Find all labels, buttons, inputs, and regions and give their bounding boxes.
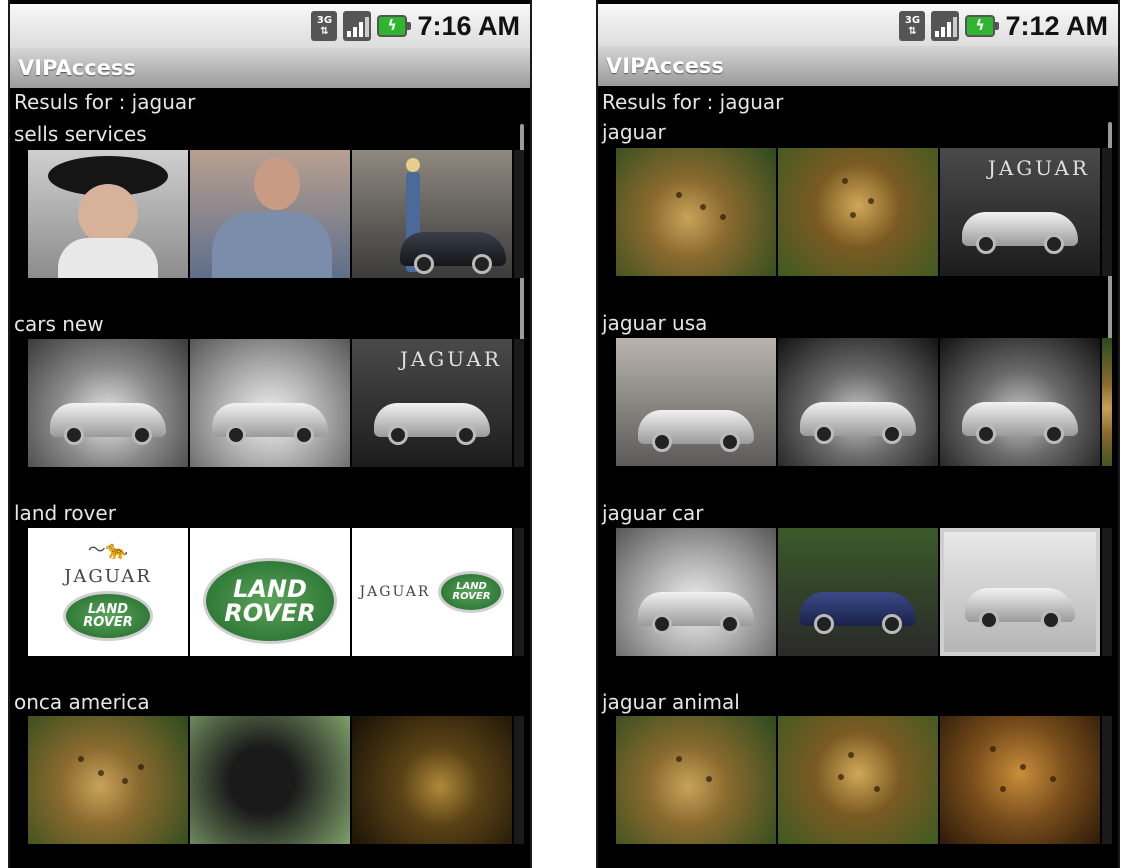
section-label[interactable]: jaguar usa: [602, 311, 707, 335]
thumbnail-partial: [1102, 148, 1112, 276]
results-label: Resuls for : jaguar: [602, 90, 784, 114]
signal-strength-icon: [343, 11, 372, 41]
thumbnail-silver-jaguar-sedan[interactable]: [28, 339, 188, 467]
thumbnail-leopard-resting[interactable]: [28, 716, 188, 844]
thumbnail-jaguar-roaring[interactable]: [778, 716, 938, 844]
thumbnail-jaguar-city[interactable]: [616, 338, 776, 466]
image-row-cars-new: JAGUAR: [28, 339, 524, 467]
image-row-jaguar-car: [616, 528, 1112, 656]
thumbnail-jaguar-showroom[interactable]: JAGUAR: [940, 148, 1100, 276]
section-label[interactable]: sells services: [14, 122, 147, 146]
app-title-bar: VIPAccess: [10, 48, 530, 88]
image-row-land-rover: 〜🐆 JAGUAR LAND ROVER LAND ROVER JAGUAR LAN…: [28, 528, 524, 656]
thumbnail-jaguar-showroom[interactable]: JAGUAR: [352, 339, 512, 467]
thumbnail-partial: [1102, 338, 1112, 466]
thumbnail-jaguar-spotted[interactable]: [940, 716, 1100, 844]
3g-data-icon: 3G ⇅: [899, 11, 926, 41]
thumbnail-blue-jaguar-convertible[interactable]: [778, 528, 938, 656]
thumbnail-jaguar-coupe-framed[interactable]: [940, 528, 1100, 656]
jaguar-logo-text: JAGUAR: [64, 565, 152, 587]
thumbnail-jaguar-xj-angle[interactable]: [940, 338, 1100, 466]
section-label[interactable]: onca america: [14, 690, 150, 714]
thumbnail-partial: [514, 150, 524, 278]
thumbnail-partial: [514, 339, 524, 467]
phone-screen-left: 3G ⇅ ϟ 7:16 AM VIPAccess Resuls for : jag…: [8, 0, 532, 868]
thumbnail-land-rover-logo-large[interactable]: LAND ROVER: [190, 528, 350, 656]
jaguar-brand-text: JAGUAR: [399, 347, 502, 371]
status-bar: 3G ⇅ ϟ 7:16 AM: [10, 4, 530, 48]
thumbnail-jaguar-lying[interactable]: [616, 148, 776, 276]
section-label[interactable]: jaguar: [602, 120, 666, 144]
land-rover-logo-icon: LAND ROVER: [438, 571, 505, 613]
thumbnail-woman-with-car[interactable]: [352, 150, 512, 278]
app-title-bar: VIPAccess: [598, 46, 1118, 86]
thumbnail-black-panther[interactable]: [190, 716, 350, 844]
section-label[interactable]: jaguar car: [602, 501, 704, 525]
thumbnail-jaguar-concept[interactable]: [616, 528, 776, 656]
thumbnail-partial: [1102, 528, 1112, 656]
image-row-jaguar: JAGUAR: [616, 148, 1112, 276]
section-label[interactable]: land rover: [14, 501, 116, 525]
thumbnail-jaguar-at-night[interactable]: [352, 716, 512, 844]
status-bar: 3G ⇅ ϟ 7:12 AM: [598, 4, 1118, 48]
image-row-sells-services: [28, 150, 524, 278]
section-label[interactable]: cars new: [14, 312, 104, 336]
status-clock: 7:16 AM: [417, 10, 520, 41]
thumbnail-jaguar-cub[interactable]: [616, 716, 776, 844]
thumbnail-partial: [1102, 716, 1112, 844]
battery-charging-icon: ϟ: [965, 15, 1000, 37]
image-row-jaguar-usa: [616, 338, 1112, 466]
section-label[interactable]: jaguar animal: [602, 690, 740, 714]
thumbnail-man-office[interactable]: [190, 150, 350, 278]
image-row-onca-america: [28, 716, 524, 844]
thumbnail-jaguar-standing[interactable]: [778, 148, 938, 276]
3g-data-icon: 3G ⇅: [311, 11, 338, 41]
leaping-jaguar-icon: 〜🐆: [87, 539, 129, 561]
thumbnail-silver-jaguar-concept[interactable]: [190, 339, 350, 467]
jaguar-logo-text: JAGUAR: [359, 584, 431, 600]
status-clock: 7:12 AM: [1005, 10, 1108, 41]
thumbnail-jaguar-land-rover-side[interactable]: JAGUAR LAND ROVER: [352, 528, 512, 656]
signal-strength-icon: [931, 11, 960, 41]
land-rover-logo-icon: LAND ROVER: [203, 558, 337, 644]
results-label: Resuls for : jaguar: [14, 90, 196, 114]
battery-charging-icon: ϟ: [377, 15, 412, 37]
phone-screen-right: 3G ⇅ ϟ 7:12 AM VIPAccess Resuls for : jag…: [596, 0, 1120, 868]
land-rover-logo-icon: LAND ROVER: [63, 590, 153, 641]
thumbnail-jaguar-xj-front[interactable]: [778, 338, 938, 466]
thumbnail-partial: [514, 716, 524, 844]
thumbnail-partial: [514, 528, 524, 656]
thumbnail-man-cowboy-hat[interactable]: [28, 150, 188, 278]
jaguar-brand-text: JAGUAR: [987, 156, 1090, 180]
image-row-jaguar-animal: [616, 716, 1112, 844]
thumbnail-jaguar-land-rover-logo[interactable]: 〜🐆 JAGUAR LAND ROVER: [28, 528, 188, 656]
